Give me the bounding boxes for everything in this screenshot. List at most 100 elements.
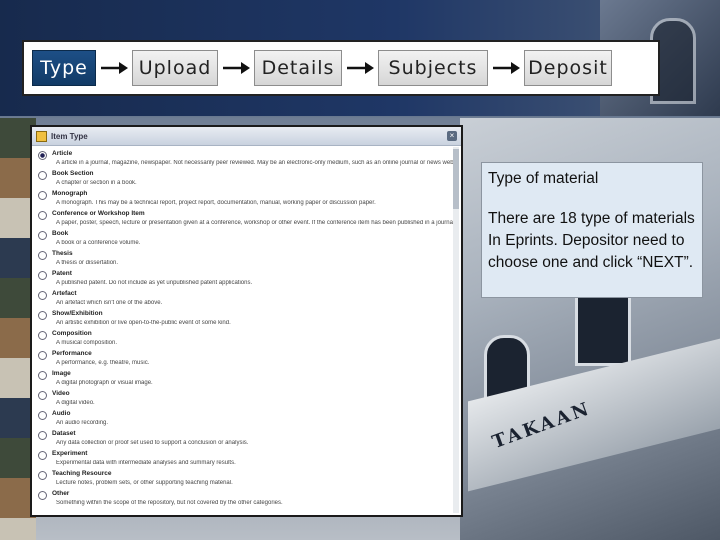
item-type-description: A digital video.	[56, 400, 95, 406]
item-type-name: Video	[52, 390, 70, 397]
item-type-row[interactable]: Show/Exhibition	[38, 310, 455, 320]
item-type-description: A musical composition.	[56, 340, 118, 346]
step-subjects[interactable]: Subjects	[378, 50, 488, 86]
item-type-option[interactable]: Article A article in a journal, magazine,…	[38, 150, 455, 167]
panel-header: Item Type ×	[32, 127, 461, 146]
item-type-description: Something within the scope of the reposi…	[56, 500, 283, 506]
item-type-row[interactable]: Audio	[38, 410, 455, 420]
item-type-option[interactable]: Conference or Workshop Item A paper, post…	[38, 210, 455, 227]
item-type-description: A article in a journal, magazine, newspa…	[56, 160, 455, 166]
item-type-row[interactable]: Image	[38, 370, 455, 380]
item-type-name: Audio	[52, 410, 71, 417]
callout-title: Type of material	[488, 170, 599, 187]
item-type-option[interactable]: Artefact An artefact which isn't one of t…	[38, 290, 455, 307]
item-type-option[interactable]: Composition A musical composition.	[38, 330, 455, 347]
item-type-option[interactable]: Book A book or a conference volume.	[38, 230, 455, 247]
item-type-option[interactable]: Experiment Experimental data with interme…	[38, 450, 455, 467]
item-type-list: Article A article in a journal, magazine,…	[32, 146, 461, 507]
item-type-description: A chapter or section in a book.	[56, 180, 137, 186]
item-type-row[interactable]: Patent	[38, 270, 455, 280]
radio-button[interactable]	[38, 171, 47, 180]
radio-button[interactable]	[38, 191, 47, 200]
radio-button[interactable]	[38, 391, 47, 400]
step-details[interactable]: Details	[254, 50, 342, 86]
item-type-name: Other	[52, 490, 70, 497]
item-type-option[interactable]: Teaching Resource Lecture notes, problem …	[38, 470, 455, 487]
panel-title: Item Type	[51, 131, 88, 141]
step-upload[interactable]: Upload	[132, 50, 218, 86]
item-type-name: Composition	[52, 330, 92, 337]
item-type-option[interactable]: Image A digital photograph or visual imag…	[38, 370, 455, 387]
item-type-row[interactable]: Composition	[38, 330, 455, 340]
item-type-option[interactable]: Thesis A thesis or dissertation.	[38, 250, 455, 267]
item-type-option[interactable]: Audio An audio recording.	[38, 410, 455, 427]
item-type-name: Article	[52, 150, 73, 157]
arrow-right-icon	[96, 50, 132, 86]
item-type-option[interactable]: Dataset Any data collection or proof set …	[38, 430, 455, 447]
item-type-row[interactable]: Performance	[38, 350, 455, 360]
item-type-row[interactable]: Monograph	[38, 190, 455, 200]
radio-button[interactable]	[38, 411, 47, 420]
item-type-option[interactable]: Patent A published patent. Do not include…	[38, 270, 455, 287]
item-type-name: Artefact	[52, 290, 77, 297]
radio-button[interactable]	[38, 451, 47, 460]
item-type-name: Image	[52, 370, 71, 377]
item-type-row[interactable]: Book	[38, 230, 455, 240]
radio-button[interactable]	[38, 231, 47, 240]
radio-button[interactable]	[38, 271, 47, 280]
item-type-option[interactable]: Book Section A chapter or section in a bo…	[38, 170, 455, 187]
item-type-description: An artefact which isn't one of the above…	[56, 300, 163, 306]
item-type-option[interactable]: Monograph A monograph. This may be a tech…	[38, 190, 455, 207]
item-type-row[interactable]: Artefact	[38, 290, 455, 300]
folder-icon	[36, 130, 47, 142]
step-type[interactable]: Type	[32, 50, 96, 86]
item-type-name: Monograph	[52, 190, 88, 197]
item-type-row[interactable]: Dataset	[38, 430, 455, 440]
item-type-option[interactable]: Show/Exhibition An artistic exhibition or…	[38, 310, 455, 327]
item-type-row[interactable]: Other	[38, 490, 455, 500]
item-type-description: A published patent. Do not include as ye…	[56, 280, 253, 286]
item-type-option[interactable]: Video A digital video.	[38, 390, 455, 407]
close-icon[interactable]: ×	[447, 131, 457, 141]
item-type-row[interactable]: Thesis	[38, 250, 455, 260]
radio-button[interactable]	[38, 371, 47, 380]
item-type-description: Lecture notes, problem sets, or other su…	[56, 480, 233, 486]
radio-button[interactable]	[38, 431, 47, 440]
item-type-name: Experiment	[52, 450, 88, 457]
item-type-row[interactable]: Teaching Resource	[38, 470, 455, 480]
item-type-row[interactable]: Book Section	[38, 170, 455, 180]
item-type-option[interactable]: Performance A performance, e.g. theatre, …	[38, 350, 455, 367]
item-type-name: Thesis	[52, 250, 73, 257]
item-type-row[interactable]: Video	[38, 390, 455, 400]
item-type-row[interactable]: Experiment	[38, 450, 455, 460]
step-deposit[interactable]: Deposit	[524, 50, 612, 86]
arrow-right-icon	[218, 50, 254, 86]
radio-button[interactable]	[38, 151, 47, 160]
item-type-name: Book Section	[52, 170, 94, 177]
item-type-row[interactable]: Conference or Workshop Item	[38, 210, 455, 220]
item-type-row[interactable]: Article	[38, 150, 455, 160]
item-type-description: Experimental data with intermediate anal…	[56, 460, 236, 466]
item-type-name: Patent	[52, 270, 72, 277]
item-type-name: Book	[52, 230, 69, 237]
radio-button[interactable]	[38, 351, 47, 360]
item-type-option[interactable]: Other Something within the scope of the r…	[38, 490, 455, 507]
arrow-right-icon	[342, 50, 378, 86]
scrollbar-thumb[interactable]	[453, 149, 459, 209]
panel-scrollbar[interactable]	[453, 147, 459, 513]
radio-button[interactable]	[38, 491, 47, 500]
radio-button[interactable]	[38, 311, 47, 320]
item-type-description: Any data collection or proof set used to…	[56, 440, 249, 446]
item-type-name: Performance	[52, 350, 92, 357]
info-callout: Type of material There are 18 type of ma…	[481, 162, 703, 298]
item-type-description: A thesis or dissertation.	[56, 260, 119, 266]
arrow-right-icon	[488, 50, 524, 86]
radio-button[interactable]	[38, 331, 47, 340]
item-type-description: An artistic exhibition or live open-to-t…	[56, 320, 231, 326]
radio-button[interactable]	[38, 251, 47, 260]
radio-button[interactable]	[38, 291, 47, 300]
radio-button[interactable]	[38, 211, 47, 220]
callout-body: There are 18 type of materials In Eprint…	[488, 210, 695, 271]
radio-button[interactable]	[38, 471, 47, 480]
item-type-name: Teaching Resource	[52, 470, 112, 477]
